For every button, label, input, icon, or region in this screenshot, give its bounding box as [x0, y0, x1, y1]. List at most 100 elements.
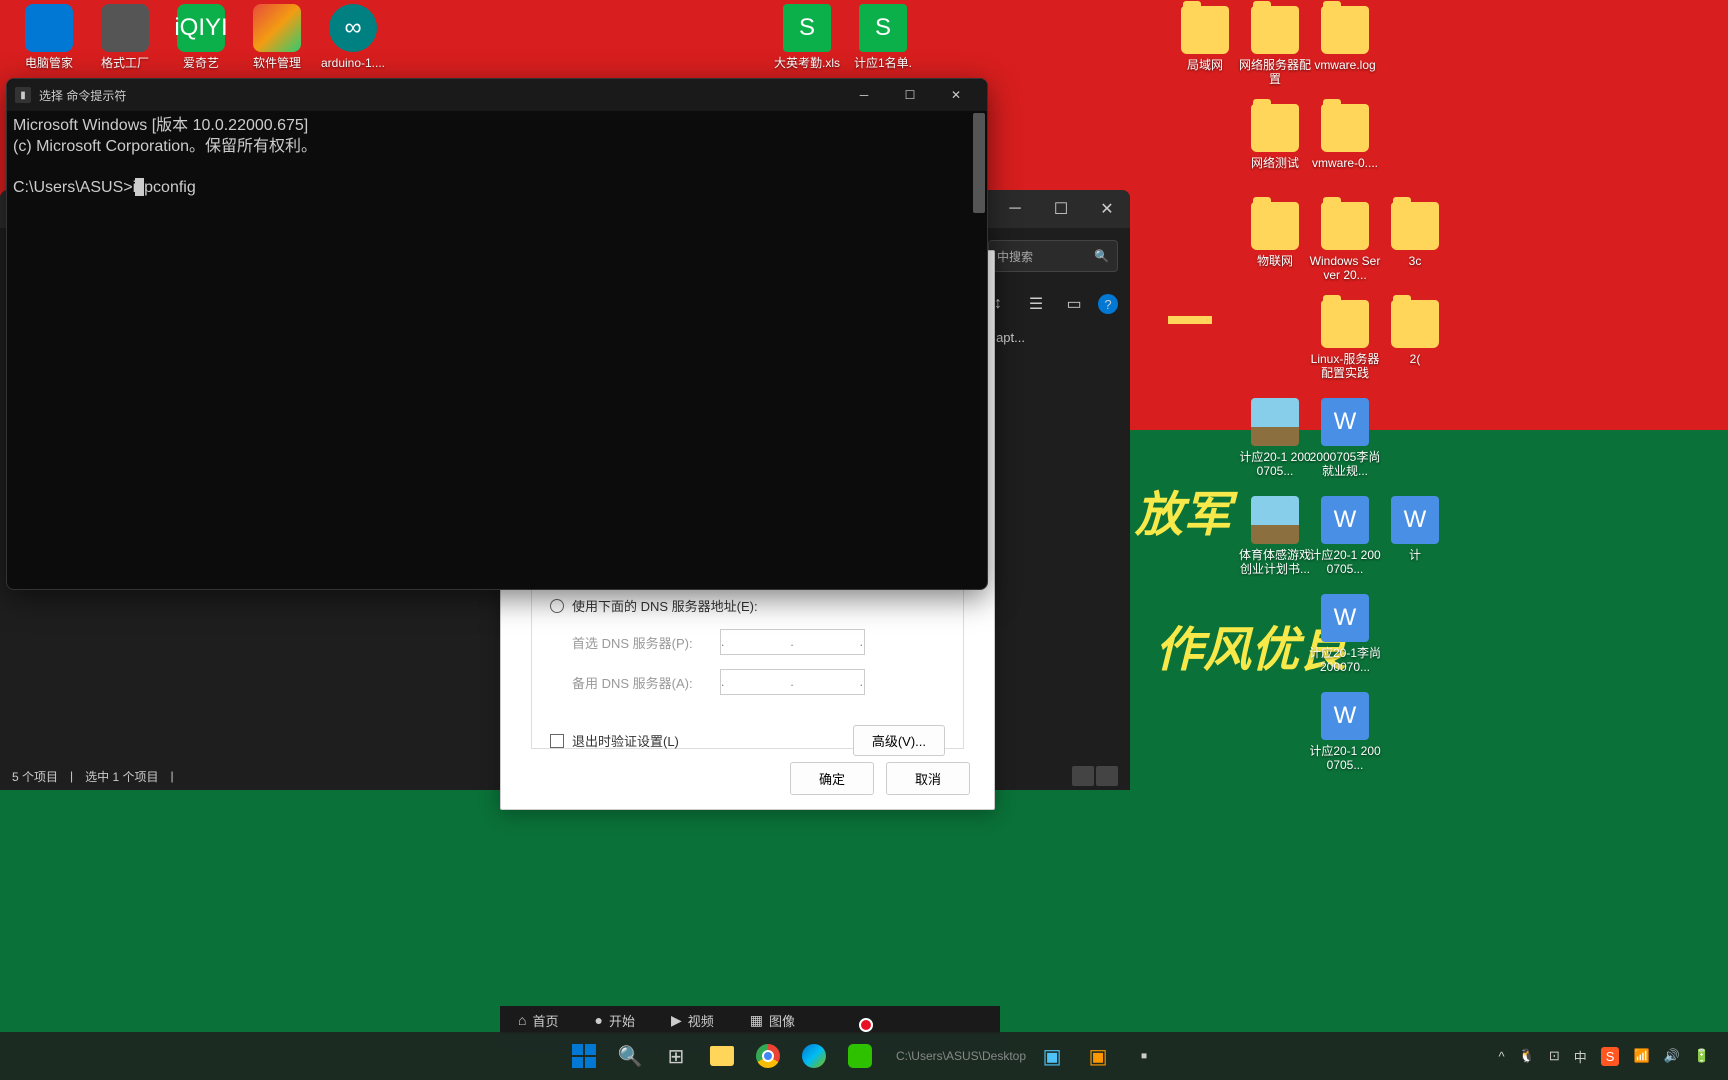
- desktop-icon-label: vmware-0....: [1308, 156, 1382, 170]
- battery-icon[interactable]: 🔋: [1694, 1048, 1710, 1064]
- desktop-shortcut[interactable]: 格式工厂: [88, 4, 162, 70]
- desktop-icon-label: 3c: [1378, 254, 1452, 268]
- tray-overflow-icon[interactable]: ^: [1499, 1049, 1505, 1064]
- desktop-icon-label: 计应20-1 2000705...: [1308, 548, 1382, 576]
- video-icon: ▶: [671, 1012, 682, 1029]
- search-button[interactable]: 🔍: [610, 1036, 650, 1076]
- dns-manual-label: 使用下面的 DNS 服务器地址(E):: [572, 596, 758, 615]
- maximize-button[interactable]: ☐: [1038, 193, 1084, 225]
- app-icon: iQIYI: [177, 4, 225, 52]
- desktop-file[interactable]: W计应20-1李尚200070...: [1308, 594, 1382, 674]
- recorder-tab-home[interactable]: ⌂ 首页: [500, 1011, 576, 1030]
- radio-icon[interactable]: [550, 599, 564, 613]
- view-mode-large-icon[interactable]: [1096, 766, 1118, 786]
- cmd-scrollbar[interactable]: [973, 113, 985, 213]
- desktop-icon-label: vmware.log: [1308, 58, 1382, 72]
- advanced-button[interactable]: 高级(V)...: [853, 725, 945, 756]
- desktop-file[interactable]: W2000705李尚就业规...: [1308, 398, 1382, 478]
- taskbar-edge[interactable]: [794, 1036, 834, 1076]
- desktop-shortcut[interactable]: iQIYI爱奇艺: [164, 4, 238, 70]
- desktop-icon-label: 计应1名单.: [846, 56, 920, 70]
- desktop-folder[interactable]: Linux-服务器配置实践: [1308, 300, 1382, 380]
- recorder-tab-start[interactable]: ●开始: [576, 1011, 652, 1030]
- desktop-icon-label: Linux-服务器配置实践: [1308, 352, 1382, 380]
- maximize-button[interactable]: ☐: [887, 80, 933, 110]
- desktop-folder[interactable]: Windows Server 20...: [1308, 202, 1382, 282]
- start-button[interactable]: [564, 1036, 604, 1076]
- desktop-icon-label: 网络测试: [1238, 156, 1312, 170]
- desktop-shortcut[interactable]: 软件管理: [240, 4, 314, 70]
- desktop-file[interactable]: W计应20-1 2000705...: [1308, 692, 1382, 772]
- desktop-folder[interactable]: vmware.log: [1308, 6, 1382, 72]
- taskbar-cmd[interactable]: ▪: [1124, 1036, 1164, 1076]
- desktop-file[interactable]: W 计应20-1 2000705...: [1308, 496, 1382, 576]
- desktop-folder[interactable]: 物联网: [1238, 202, 1312, 268]
- explorer-item-label[interactable]: apt...: [996, 330, 1025, 345]
- ime-indicator[interactable]: 中: [1574, 1047, 1587, 1066]
- folder-icon: [1251, 6, 1299, 54]
- tray-qq-icon[interactable]: 🐧: [1519, 1048, 1535, 1064]
- recorder-tab-image[interactable]: ▦图像: [732, 1011, 813, 1030]
- help-icon[interactable]: ?: [1098, 294, 1118, 314]
- status-selected-count: 选中 1 个项目: [85, 768, 158, 785]
- desktop-file[interactable]: W计: [1378, 496, 1452, 562]
- taskbar-file-explorer[interactable]: [702, 1036, 742, 1076]
- cmd-output-area[interactable]: Microsoft Windows [版本 10.0.22000.675] (c…: [7, 111, 987, 202]
- desktop-folder[interactable]: 网络测试: [1238, 104, 1312, 170]
- desktop-shortcut[interactable]: ∞arduino-1....: [316, 4, 390, 70]
- taskbar-app-2[interactable]: ▣: [1078, 1036, 1118, 1076]
- desktop-icon-label: Windows Server 20...: [1308, 254, 1382, 282]
- cmd-typed-after-cursor: pconfig: [144, 179, 196, 196]
- explorer-search-box[interactable]: 中搜索 🔍: [988, 240, 1118, 272]
- tray-sogou-icon[interactable]: S: [1601, 1047, 1620, 1066]
- desktop-folder[interactable]: 3c: [1378, 202, 1452, 268]
- taskbar-chrome[interactable]: [748, 1036, 788, 1076]
- desktop-shortcut[interactable]: 电脑管家: [12, 4, 86, 70]
- cmd-title: 选择 命令提示符: [39, 87, 126, 104]
- file-icon: W: [1321, 594, 1369, 642]
- volume-icon[interactable]: 🔊: [1664, 1048, 1680, 1064]
- explorer-view-toolbar: ↕ ☰ ▭ ?: [984, 290, 1118, 318]
- validate-checkbox[interactable]: [550, 734, 564, 748]
- desktop-file[interactable]: S计应1名单.: [846, 4, 920, 70]
- folder-icon: [1321, 202, 1369, 250]
- tray-app-icon[interactable]: ⊡: [1549, 1048, 1560, 1064]
- primary-dns-input[interactable]: [720, 629, 865, 655]
- recorder-tab-video[interactable]: ▶ 视频: [653, 1011, 732, 1030]
- desktop-file[interactable]: 体育体感游戏创业计划书...: [1238, 496, 1312, 576]
- secondary-dns-input[interactable]: [720, 669, 865, 695]
- cancel-button[interactable]: 取消: [886, 762, 970, 795]
- taskbar-path-text: C:\Users\ASUS\Desktop: [896, 1049, 1026, 1063]
- desktop-icon-label: 网络服务器配置: [1238, 58, 1312, 86]
- close-button[interactable]: ✕: [1084, 193, 1130, 225]
- recorder-tab-label: 视频: [688, 1011, 714, 1030]
- file-icon: W: [1321, 496, 1369, 544]
- cmd-titlebar[interactable]: ▮ 选择 命令提示符 ─ ☐ ✕: [7, 79, 987, 111]
- taskbar-app-1[interactable]: ▣: [1032, 1036, 1072, 1076]
- desktop-file[interactable]: S大英考勤.xls: [770, 4, 844, 70]
- desktop-icon-label: 2(: [1378, 352, 1452, 366]
- desktop-folder[interactable]: vmware-0....: [1308, 104, 1382, 170]
- cmd-cursor: [135, 178, 144, 196]
- desktop-folder[interactable]: 2(: [1378, 300, 1452, 366]
- view-mode-details-icon[interactable]: [1072, 766, 1094, 786]
- close-button[interactable]: ✕: [933, 80, 979, 110]
- desktop-file[interactable]: 计应20-1 2000705...: [1238, 398, 1312, 478]
- taskbar-wechat[interactable]: [840, 1036, 880, 1076]
- task-view-button[interactable]: ⊞: [656, 1036, 696, 1076]
- desktop-folder[interactable]: 网络服务器配置: [1238, 6, 1312, 86]
- view-details-icon[interactable]: ▭: [1060, 290, 1088, 318]
- view-list-icon[interactable]: ☰: [1022, 290, 1050, 318]
- folder-icon: [1321, 6, 1369, 54]
- desktop-icon-label: 计: [1378, 548, 1452, 562]
- desktop-icon-label: 软件管理: [240, 56, 314, 70]
- ok-button[interactable]: 确定: [790, 762, 874, 795]
- wifi-icon[interactable]: 📶: [1633, 1048, 1649, 1064]
- recorder-tab-label: 首页: [532, 1011, 558, 1030]
- dns-manual-radio-row[interactable]: 使用下面的 DNS 服务器地址(E):: [550, 596, 945, 615]
- minimize-button[interactable]: ─: [841, 80, 887, 110]
- image-icon: ▦: [750, 1012, 763, 1029]
- home-icon: ⌂: [518, 1012, 526, 1028]
- desktop-folder[interactable]: 局域网: [1168, 6, 1242, 72]
- minimize-button[interactable]: ─: [992, 193, 1038, 225]
